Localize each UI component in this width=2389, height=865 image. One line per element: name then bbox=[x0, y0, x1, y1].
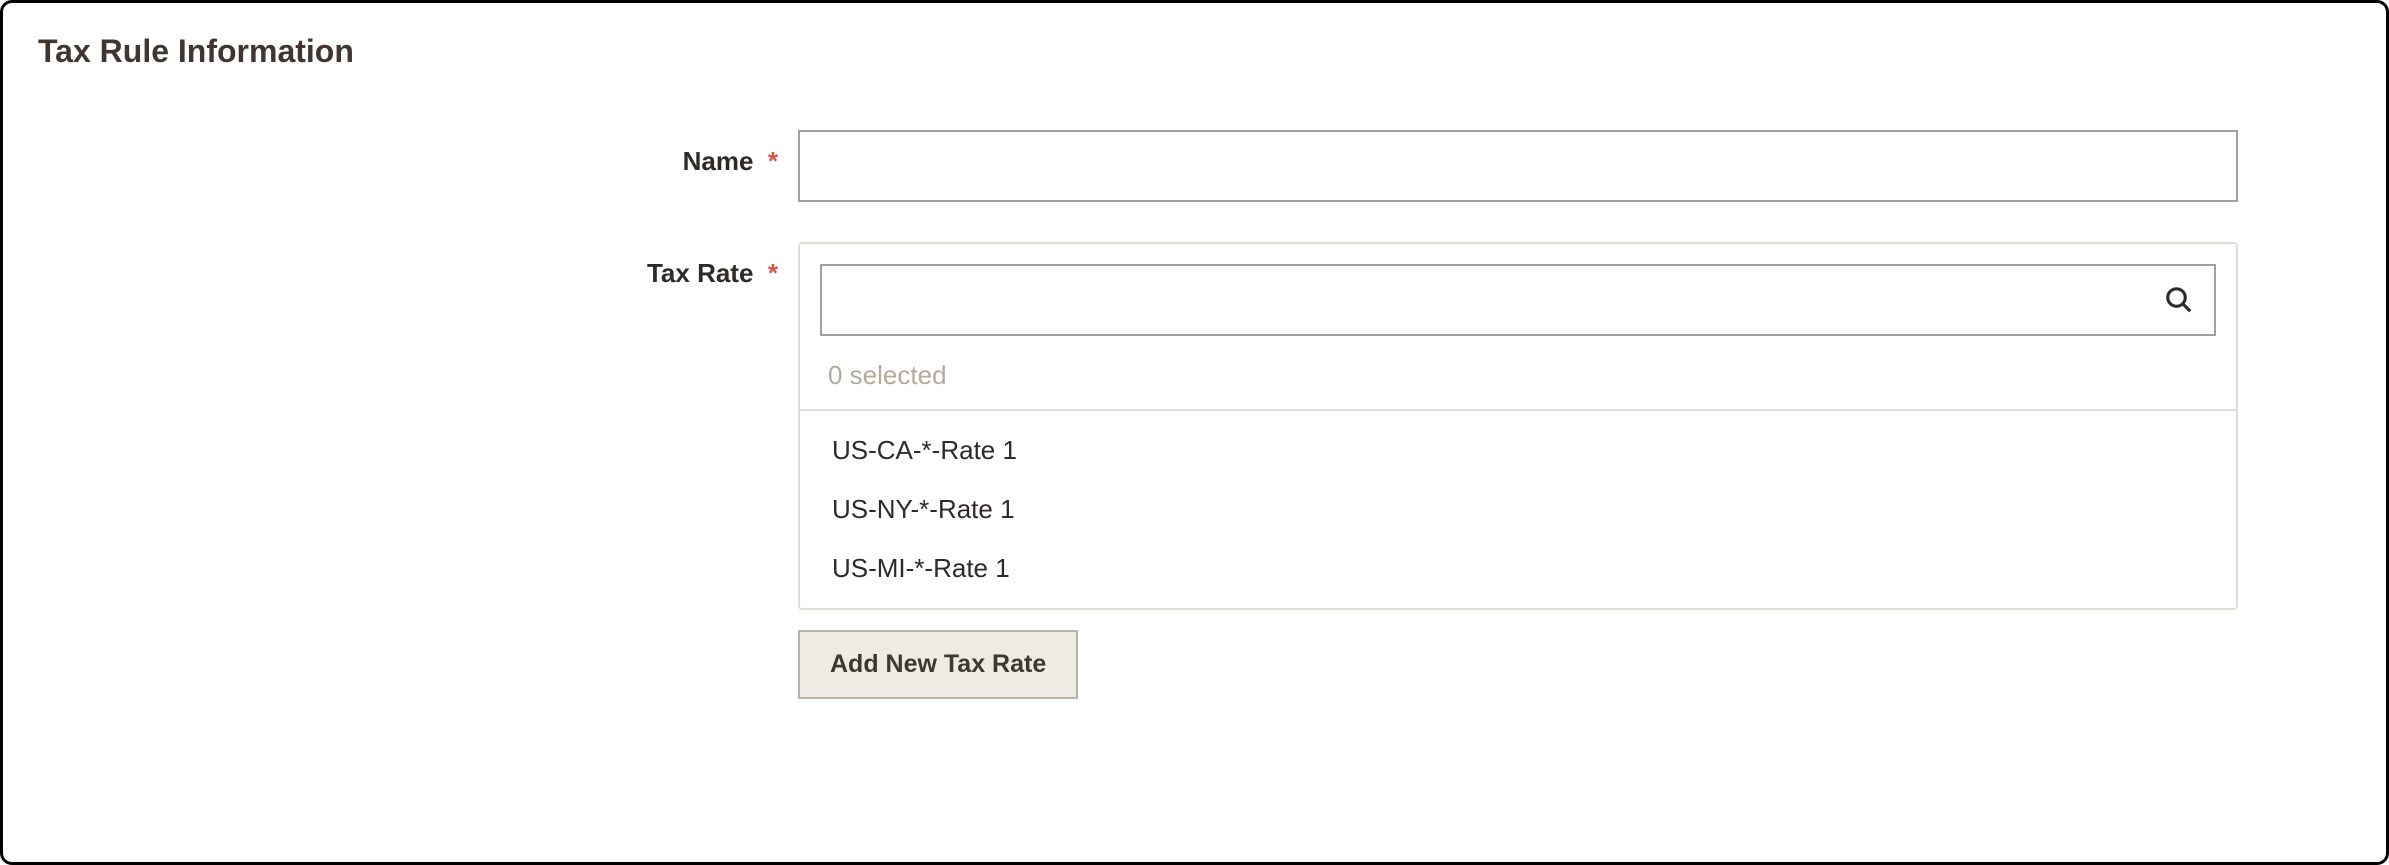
tax-rate-option[interactable]: US-CA-*-Rate 1 bbox=[800, 421, 2236, 480]
tax-rate-search bbox=[820, 264, 2216, 336]
tax-rate-search-wrap bbox=[800, 244, 2236, 346]
required-asterisk: * bbox=[768, 258, 778, 288]
tax-rate-option[interactable]: US-MI-*-Rate 1 bbox=[800, 539, 2236, 598]
tax-rate-control-col: 0 selected US-CA-*-Rate 1 US-NY-*-Rate 1… bbox=[798, 242, 2238, 699]
tax-rate-option[interactable]: US-NY-*-Rate 1 bbox=[800, 480, 2236, 539]
name-control-col bbox=[798, 130, 2238, 202]
tax-rate-options-list: US-CA-*-Rate 1 US-NY-*-Rate 1 US-MI-*-Ra… bbox=[800, 409, 2236, 608]
panel-title: Tax Rule Information bbox=[38, 33, 2351, 70]
tax-rate-selected-count: 0 selected bbox=[800, 346, 2236, 409]
tax-rate-label-col: Tax Rate * bbox=[38, 242, 798, 289]
tax-rate-row: Tax Rate * 0 selected bbox=[38, 242, 2351, 699]
add-btn-wrap: Add New Tax Rate bbox=[798, 630, 2238, 699]
name-input[interactable] bbox=[798, 130, 2238, 202]
tax-rate-label: Tax Rate bbox=[647, 258, 753, 288]
add-new-tax-rate-button[interactable]: Add New Tax Rate bbox=[798, 630, 1078, 699]
tax-rule-panel: Tax Rule Information Name * Tax Rate * bbox=[0, 0, 2389, 865]
name-row: Name * bbox=[38, 130, 2351, 202]
required-asterisk: * bbox=[768, 146, 778, 176]
tax-rate-search-input[interactable] bbox=[820, 264, 2216, 336]
name-label-col: Name * bbox=[38, 130, 798, 177]
name-label: Name bbox=[683, 146, 754, 176]
tax-rate-multiselect: 0 selected US-CA-*-Rate 1 US-NY-*-Rate 1… bbox=[798, 242, 2238, 610]
